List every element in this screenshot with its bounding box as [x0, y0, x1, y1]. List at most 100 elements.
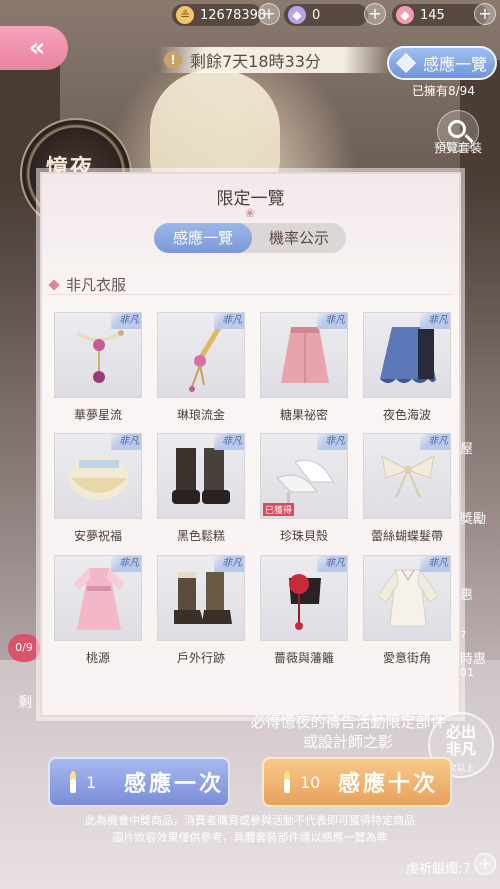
- item-name: 愛意街角: [382, 651, 431, 665]
- item-name: 珍珠貝殼: [279, 529, 328, 543]
- blouse-icon: [377, 568, 439, 627]
- event-timer: ! 剩餘7天18時33分: [158, 47, 390, 73]
- rarity-tag: 非凡: [111, 434, 141, 450]
- item-name: 糖果祕密: [279, 408, 328, 422]
- item-card[interactable]: 非凡桃源: [54, 555, 142, 665]
- rarity-tag: 非凡: [317, 556, 347, 572]
- section-divider: [48, 294, 453, 295]
- gold-counter: ≗ 12678398: [172, 4, 266, 26]
- disclaimer: 此為機會中獎商品，消費者購買或參與活動不代表即可獲得特定商品 圖片妝容效果僅供參…: [0, 812, 500, 846]
- preview-suit-label: 預覽套裝: [434, 141, 483, 155]
- item-thumbnail: 非凡已獲得: [260, 433, 348, 519]
- rarity-tag: 非凡: [317, 313, 347, 329]
- dress-pink-icon: [73, 568, 125, 630]
- owned-count: 已擁有8/94: [412, 84, 475, 98]
- disclaimer-line: 圖片妝容效果僅供參考，具體套裝部件請以感應一覽為準: [112, 831, 388, 844]
- candle-icon: [280, 771, 294, 793]
- diamond-outline-icon: [396, 53, 416, 73]
- item-name: 琳琅流金: [176, 408, 225, 422]
- item-card[interactable]: 非凡已獲得珍珠貝殼: [260, 433, 348, 543]
- item-thumbnail: 非凡: [363, 312, 451, 398]
- add-gold-button[interactable]: +: [258, 3, 280, 25]
- item-card[interactable]: 非凡愛意街角: [363, 555, 451, 665]
- gold-amount: 12678398: [200, 7, 267, 23]
- add-candle-button[interactable]: +: [474, 853, 496, 875]
- item-thumbnail: 非凡: [157, 555, 245, 641]
- item-thumbnail: 非凡: [260, 312, 348, 398]
- item-name: 薔薇與藩籬: [273, 651, 334, 665]
- item-thumbnail: 非凡: [54, 433, 142, 519]
- item-card[interactable]: 非凡琳琅流金: [157, 312, 245, 422]
- tab-collection[interactable]: 感應一覽: [154, 223, 252, 253]
- guarantee-text: 必得憶夜的禱告活動限定部件或設計師之影: [250, 713, 446, 751]
- item-card[interactable]: 非凡黑色鬆糕: [157, 433, 245, 543]
- item-card[interactable]: 非凡 戶外行跡: [157, 555, 245, 665]
- right-side-text: 屋: [460, 442, 474, 457]
- right-side-text: 時惠: [460, 652, 487, 667]
- diamond-bullet-icon: [48, 278, 60, 291]
- hairpin-icon: [189, 321, 225, 392]
- diamond-amount: 145: [420, 7, 445, 23]
- necklace-icon: [75, 330, 124, 383]
- rarity-tag: 非凡: [420, 434, 450, 450]
- rarity-tag: 非凡: [420, 313, 450, 329]
- rarity-tag: 非凡: [317, 434, 347, 450]
- exclamation-icon: !: [164, 51, 182, 69]
- candle-count: 虔祈銀燭:7: [406, 862, 471, 877]
- item-thumbnail: 非凡: [260, 555, 348, 641]
- draw-once-button[interactable]: 1 感應一次: [48, 757, 230, 807]
- add-diamond-button[interactable]: +: [474, 3, 496, 25]
- collection-button[interactable]: 感應一覽: [387, 46, 497, 80]
- rarity-tag: 非凡: [214, 434, 244, 450]
- skirt-cream-icon: [69, 456, 129, 500]
- candle-stick: [284, 779, 290, 793]
- rarity-tag: 非凡: [111, 556, 141, 572]
- disclaimer-line: 此為機會中獎商品，消費者購買或參與活動不代表即可獲得特定商品: [85, 814, 415, 827]
- item-card[interactable]: 非凡糖果祕密: [260, 312, 348, 422]
- item-name: 安夢祝福: [73, 529, 122, 543]
- tab-probability[interactable]: 機率公示: [252, 223, 346, 253]
- skirt-pink-icon: [281, 327, 329, 383]
- item-thumbnail: 非凡: [157, 433, 245, 519]
- item-thumbnail: 非凡: [54, 555, 142, 641]
- section-title: 非凡衣服: [66, 276, 127, 294]
- add-crystal-button[interactable]: +: [364, 3, 386, 25]
- draw-once-cost: 1: [86, 772, 97, 792]
- item-thumbnail: 非凡: [363, 433, 451, 519]
- flower-icon: ❀: [245, 206, 256, 220]
- rarity-tag: 非凡: [420, 556, 450, 572]
- bow-icon: [381, 455, 435, 499]
- glove-icon: [289, 574, 321, 630]
- item-card[interactable]: 非凡薔薇與藩籬: [260, 555, 348, 665]
- back-button[interactable]: «: [0, 26, 68, 70]
- item-name: 夜色海波: [382, 408, 431, 422]
- item-name: 桃源: [85, 651, 110, 665]
- rarity-tag: 非凡: [214, 313, 244, 329]
- item-name: 蕾絲蝴蝶髮帶: [370, 529, 443, 543]
- item-card[interactable]: 非凡華夢星流: [54, 312, 142, 422]
- draw-once-label: 感應一次: [124, 772, 225, 797]
- item-name: 華夢星流: [73, 408, 122, 422]
- item-card[interactable]: 非凡安夢祝福: [54, 433, 142, 543]
- crystal-icon: ◆: [288, 6, 306, 24]
- left-progress-badge[interactable]: 0/9: [8, 634, 40, 662]
- rarity-tag: 非凡: [111, 313, 141, 329]
- draw-ten-button[interactable]: 10 感應十次: [262, 757, 452, 807]
- boots-brown-icon: [174, 572, 232, 624]
- item-card[interactable]: 非凡夜色海波: [363, 312, 451, 422]
- right-side-text: 獎勵: [460, 512, 487, 527]
- item-thumbnail: 非凡: [54, 312, 142, 398]
- cat-coin-icon: ≗: [176, 6, 194, 24]
- obtained-badge: 已獲得: [263, 503, 295, 516]
- draw-ten-cost: 10: [300, 772, 321, 792]
- heels-white-icon: [276, 459, 334, 504]
- item-card[interactable]: 非凡蕾絲蝴蝶髮帶: [363, 433, 451, 543]
- item-name: 戶外行跡: [176, 651, 225, 665]
- timer-text: 剩餘7天18時33分: [190, 52, 321, 71]
- boots-black-icon: [172, 448, 230, 504]
- item-thumbnail: 非凡: [157, 312, 245, 398]
- crystal-amount: 0: [312, 7, 321, 23]
- section-header: 非凡衣服: [48, 274, 127, 295]
- item-name: 黑色鬆糕: [176, 529, 225, 543]
- crystal-counter: ◆ 0: [284, 4, 368, 26]
